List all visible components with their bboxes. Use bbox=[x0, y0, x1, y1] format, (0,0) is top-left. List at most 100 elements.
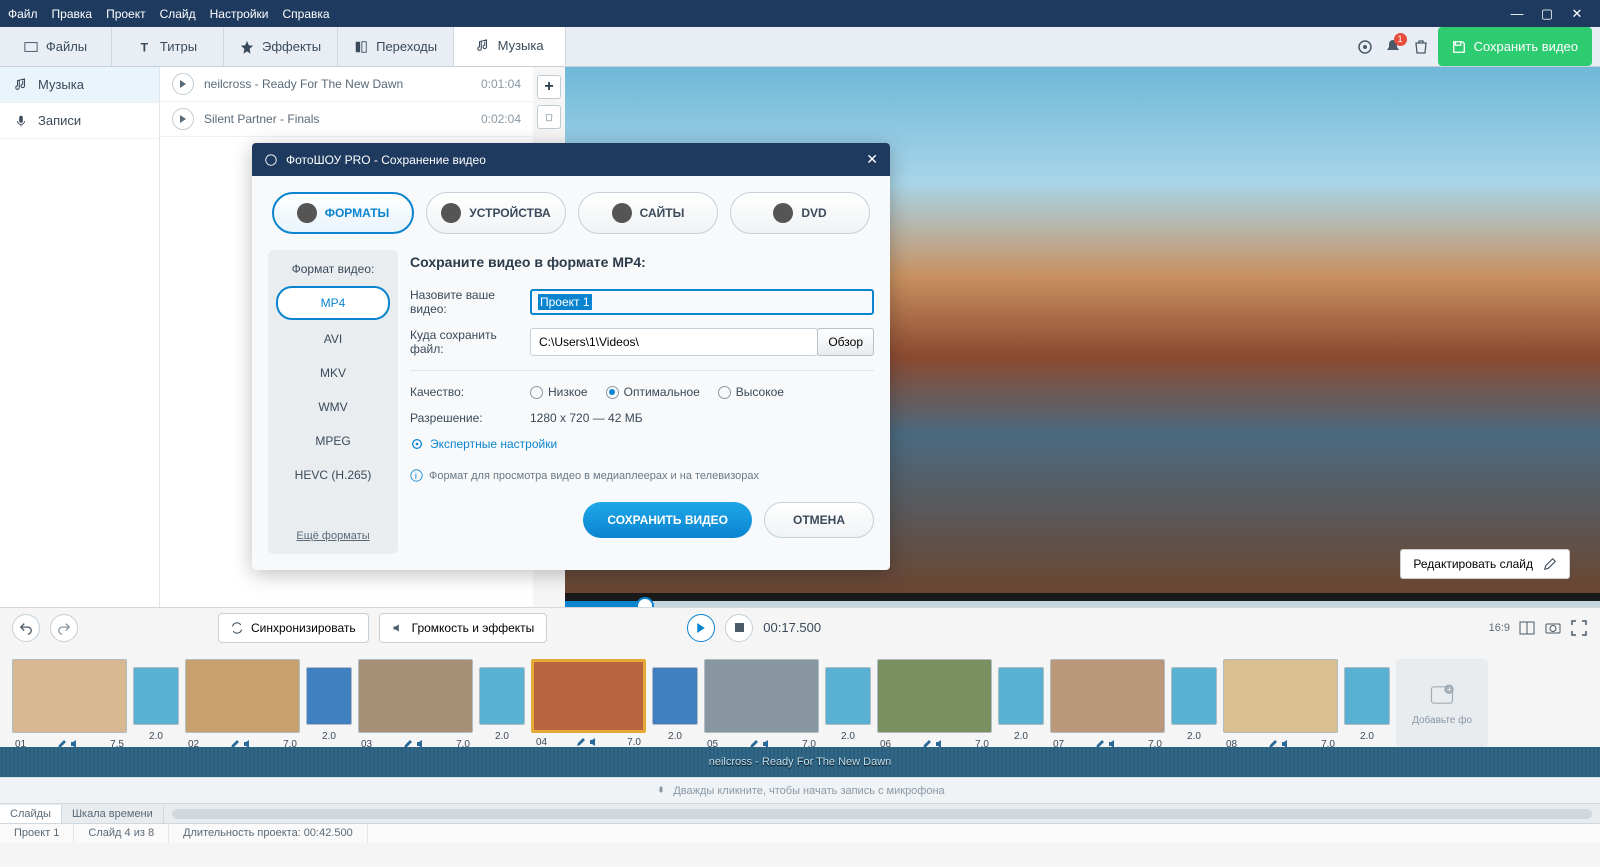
fullscreen-icon[interactable] bbox=[1570, 619, 1588, 637]
status-project: Проект 1 bbox=[0, 824, 74, 843]
save-path-input[interactable] bbox=[530, 328, 818, 356]
dialog-titlebar: ФотоШОУ PRO - Сохранение видео ✕ bbox=[252, 143, 890, 176]
status-slide: Слайд 4 из 8 bbox=[74, 824, 169, 843]
cancel-button[interactable]: ОТМЕНА bbox=[764, 502, 874, 538]
transition-06[interactable]: 2.0 bbox=[998, 667, 1044, 725]
info-icon: i bbox=[410, 469, 423, 482]
preview-progress[interactable] bbox=[565, 601, 1600, 607]
music-track-1[interactable]: Silent Partner - Finals 0:02:04 bbox=[160, 102, 533, 137]
dialog-tab-formats[interactable]: ФОРМАТЫ bbox=[272, 192, 414, 234]
footer-tab-slides[interactable]: Слайды bbox=[0, 805, 62, 823]
music-track-0[interactable]: neilcross - Ready For The New Dawn 0:01:… bbox=[160, 67, 533, 102]
add-track-button[interactable]: + bbox=[537, 75, 561, 99]
trash-icon[interactable] bbox=[1412, 38, 1430, 56]
delete-track-button[interactable] bbox=[537, 105, 561, 129]
play-button[interactable] bbox=[687, 614, 715, 642]
transition-02[interactable]: 2.0 bbox=[306, 667, 352, 725]
browse-button[interactable]: Обзор bbox=[817, 328, 874, 356]
svg-text:+: + bbox=[1447, 684, 1452, 694]
dialog-tab-devices[interactable]: УСТРОЙСТВА bbox=[426, 192, 566, 234]
video-name-label: Назовите ваше видео: bbox=[410, 288, 530, 316]
toolbar: Файлы TТитры Эффекты Переходы Музыка 1 С… bbox=[0, 27, 1600, 67]
slide-06[interactable]: 06 7.0 bbox=[877, 659, 992, 733]
menu-slide[interactable]: Слайд bbox=[160, 7, 196, 21]
sidebar-item-music[interactable]: Музыка bbox=[0, 67, 159, 103]
undo-button[interactable] bbox=[12, 614, 40, 642]
edit-slide-button[interactable]: Редактировать слайд bbox=[1400, 549, 1570, 579]
camera-icon[interactable] bbox=[1544, 619, 1562, 637]
maximize-button[interactable]: ▢ bbox=[1532, 6, 1562, 22]
stop-button[interactable] bbox=[725, 614, 753, 642]
quality-low[interactable]: Низкое bbox=[530, 385, 588, 399]
track-duration: 0:02:04 bbox=[481, 112, 521, 126]
tab-transitions[interactable]: Переходы bbox=[338, 27, 454, 66]
sidebar-item-recordings[interactable]: Записи bbox=[0, 103, 159, 139]
transition-04[interactable]: 2.0 bbox=[652, 667, 698, 725]
format-mp4[interactable]: MP4 bbox=[276, 286, 390, 320]
format-avi[interactable]: AVI bbox=[276, 324, 390, 354]
layout-icon[interactable] bbox=[1518, 619, 1536, 637]
tab-music[interactable]: Музыка bbox=[454, 27, 566, 66]
dialog-close-button[interactable]: ✕ bbox=[866, 151, 878, 168]
slide-07[interactable]: 07 7.0 bbox=[1050, 659, 1165, 733]
settings-icon[interactable] bbox=[1356, 38, 1374, 56]
left-sidebar: Музыка Записи bbox=[0, 67, 160, 607]
tab-effects[interactable]: Эффекты bbox=[224, 27, 338, 66]
volume-effects-button[interactable]: Громкость и эффекты bbox=[379, 613, 548, 643]
bell-icon[interactable]: 1 bbox=[1384, 38, 1402, 56]
slide-08[interactable]: 08 7.0 bbox=[1223, 659, 1338, 733]
menu-help[interactable]: Справка bbox=[282, 7, 329, 21]
transition-05[interactable]: 2.0 bbox=[825, 667, 871, 725]
slide-02[interactable]: 02 7.0 bbox=[185, 659, 300, 733]
horizontal-scrollbar[interactable] bbox=[172, 809, 1592, 819]
more-formats-link[interactable]: Ещё форматы bbox=[276, 530, 390, 542]
audio-track[interactable]: neilcross - Ready For The New Dawn bbox=[0, 747, 1600, 777]
dialog-tab-dvd[interactable]: DVD bbox=[730, 192, 870, 234]
save-dialog: ФотоШОУ PRO - Сохранение видео ✕ ФОРМАТЫ… bbox=[252, 143, 890, 570]
track-name: Silent Partner - Finals bbox=[204, 112, 481, 126]
transition-01[interactable]: 2.0 bbox=[133, 667, 179, 725]
format-mkv[interactable]: MKV bbox=[276, 358, 390, 388]
video-name-input[interactable]: Проект 1 bbox=[530, 289, 874, 315]
tab-files[interactable]: Файлы bbox=[0, 27, 112, 66]
slide-05[interactable]: 05 7.0 bbox=[704, 659, 819, 733]
tab-music-label: Музыка bbox=[498, 38, 544, 53]
expert-settings-link[interactable]: Экспертные настройки bbox=[410, 437, 874, 451]
transition-07[interactable]: 2.0 bbox=[1171, 667, 1217, 725]
footer-tabs: Слайды Шкала времени bbox=[0, 803, 1600, 823]
slide-03[interactable]: 03 7.0 bbox=[358, 659, 473, 733]
record-track[interactable]: Дважды кликните, чтобы начать запись с м… bbox=[0, 777, 1600, 803]
menu-settings[interactable]: Настройки bbox=[210, 7, 269, 21]
sidebar-item-recordings-label: Записи bbox=[38, 113, 81, 128]
add-slide-button[interactable]: +Добавьте фо bbox=[1396, 659, 1488, 747]
format-hevc[interactable]: HEVC (H.265) bbox=[276, 460, 390, 490]
play-icon[interactable] bbox=[172, 108, 194, 130]
devices-icon bbox=[441, 203, 461, 223]
menu-file[interactable]: Файл bbox=[8, 7, 38, 21]
menu-project[interactable]: Проект bbox=[106, 7, 146, 21]
save-video-confirm-button[interactable]: СОХРАНИТЬ ВИДЕО bbox=[583, 502, 752, 538]
slide-04[interactable]: 04 7.0 bbox=[531, 659, 646, 733]
format-mpeg[interactable]: MPEG bbox=[276, 426, 390, 456]
mic-icon bbox=[655, 785, 667, 797]
transition-08[interactable]: 2.0 bbox=[1344, 667, 1390, 725]
close-button[interactable]: ✕ bbox=[1562, 6, 1592, 22]
tab-files-label: Файлы bbox=[46, 39, 87, 54]
play-icon[interactable] bbox=[172, 73, 194, 95]
transition-03[interactable]: 2.0 bbox=[479, 667, 525, 725]
tab-titles[interactable]: TТитры bbox=[112, 27, 224, 66]
quality-optimal[interactable]: Оптимальное bbox=[606, 385, 700, 399]
time-display: 00:17.500 bbox=[763, 620, 821, 635]
redo-button[interactable] bbox=[50, 614, 78, 642]
quality-high[interactable]: Высокое bbox=[718, 385, 784, 399]
slide-01[interactable]: 01 7.5 bbox=[12, 659, 127, 733]
format-wmv[interactable]: WMV bbox=[276, 392, 390, 422]
sidebar-item-music-label: Музыка bbox=[38, 77, 84, 92]
menu-edit[interactable]: Правка bbox=[52, 7, 93, 21]
footer-tab-timeline[interactable]: Шкала времени bbox=[62, 805, 164, 823]
dialog-tab-sites[interactable]: САЙТЫ bbox=[578, 192, 718, 234]
sync-button[interactable]: Синхронизировать bbox=[218, 613, 369, 643]
save-video-button[interactable]: Сохранить видео bbox=[1438, 27, 1592, 66]
minimize-button[interactable]: — bbox=[1502, 6, 1532, 21]
formats-icon bbox=[297, 203, 317, 223]
